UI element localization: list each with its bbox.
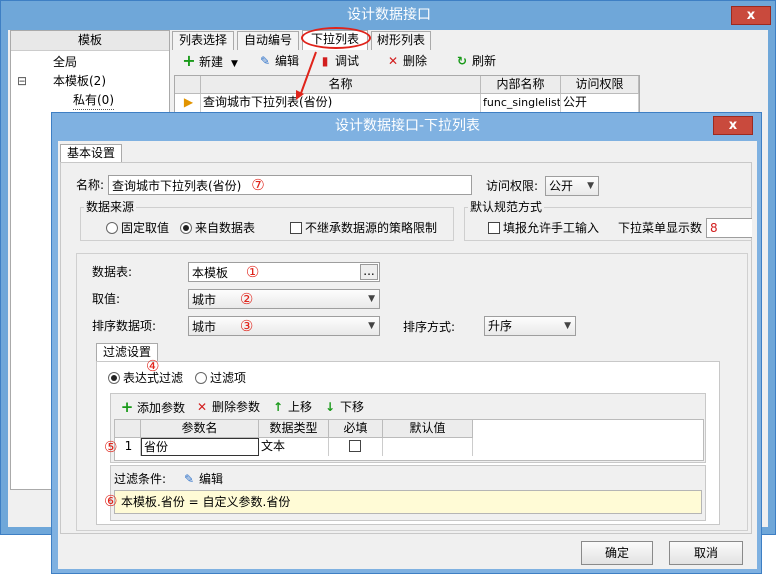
sort-mode-value: 升序 [488, 319, 513, 333]
params-cell-name[interactable]: 省份 [141, 438, 259, 456]
arrow-down-icon: ↓ [324, 400, 336, 414]
table-input[interactable]: 本模板 ① [188, 262, 380, 282]
params-col-type[interactable]: 数据类型 [259, 420, 329, 438]
value-value: 城市 [192, 293, 217, 307]
access-value: 公开 [549, 179, 574, 193]
marker-2: ② [239, 290, 254, 308]
browse-button[interactable]: ... [360, 264, 378, 280]
add-param-button[interactable]: + 添加参数 [120, 398, 185, 417]
params-col-default[interactable]: 默认值 [383, 420, 473, 438]
data-source-title: 数据来源 [84, 198, 137, 216]
delete-param-button[interactable]: ✕ 删除参数 [195, 398, 260, 416]
name-input[interactable]: 查询城市下拉列表(省份) ⑦ [108, 175, 472, 195]
source-table-label: 来自数据表 [195, 221, 256, 235]
source-fixed-label: 固定取值 [121, 221, 170, 235]
sort-mode-label: 排序方式: [403, 320, 456, 334]
value-label: 取值: [92, 292, 121, 306]
edit-icon: ✎ [183, 472, 195, 486]
radio-icon [106, 222, 118, 234]
access-label: 访问权限: [486, 179, 539, 193]
dialog-body: 基本设置 名称: 查询城市下拉列表(省份) ⑦ 访问权限: 公开 ▼ 数据来源 固… [58, 141, 757, 569]
access-select[interactable]: 公开 ▼ [545, 176, 599, 196]
move-up-label: 上移 [288, 400, 313, 414]
tab-basic-settings[interactable]: 基本设置 [60, 144, 122, 162]
condition-edit-label: 编辑 [199, 472, 224, 486]
checkbox-icon [488, 222, 500, 234]
sort-value: 城市 [192, 320, 217, 334]
name-value: 查询城市下拉列表(省份) [112, 179, 242, 193]
arrow-up-icon: ↑ [272, 400, 284, 414]
marker-5: ⑤ [104, 438, 118, 456]
dropdown-dialog: 设计数据接口-下拉列表 x 基本设置 名称: 查询城市下拉列表(省份) ⑦ 访问… [51, 112, 762, 574]
radio-icon [195, 372, 207, 384]
params-col-name[interactable]: 参数名 [141, 420, 259, 438]
chevron-down-icon: ▼ [368, 321, 375, 331]
marker-6: ⑥ [104, 492, 118, 510]
marker-3: ③ [239, 317, 254, 335]
move-up-button[interactable]: ↑ 上移 [271, 398, 312, 416]
params-col-required[interactable]: 必填 [329, 420, 383, 438]
condition-expression[interactable]: 本模板.省份 = 自定义参数.省份 [114, 490, 702, 514]
condition-label: 过滤条件: [114, 472, 167, 486]
filter-item-label: 过滤项 [210, 371, 247, 385]
filter-expr-radio[interactable]: 表达式过滤 [108, 369, 183, 387]
cancel-button[interactable]: 取消 [669, 541, 743, 565]
sort-mode-select[interactable]: 升序 ▼ [484, 316, 576, 336]
delete-x-icon: ✕ [196, 400, 208, 414]
dropdown-count-input[interactable]: 8 [706, 218, 752, 238]
table-label: 数据表: [92, 265, 133, 279]
name-label: 名称: [76, 178, 105, 192]
checkbox-icon [290, 222, 302, 234]
params-grid: 参数名 数据类型 必填 默认值 1 省份 文本 [114, 419, 704, 461]
params-corner [115, 420, 141, 438]
params-row-index: 1 [115, 438, 141, 456]
marker-1: ① [245, 263, 260, 281]
move-down-button[interactable]: ↓ 下移 [323, 398, 364, 416]
plus-icon: + [120, 398, 134, 416]
source-table-radio[interactable]: 来自数据表 [180, 219, 255, 237]
params-cell-required[interactable] [329, 438, 383, 456]
filter-item-radio[interactable]: 过滤项 [195, 369, 246, 387]
no-inherit-label: 不继承数据源的策略限制 [305, 221, 438, 235]
chevron-down-icon: ▼ [587, 181, 594, 191]
radio-checked-icon [108, 372, 120, 384]
table-value: 本模板 [192, 266, 229, 280]
no-inherit-checkbox[interactable]: 不继承数据源的策略限制 [290, 219, 437, 237]
params-cell-default[interactable] [383, 438, 473, 456]
chevron-down-icon: ▼ [564, 321, 571, 331]
allow-manual-label: 填报允许手工输入 [503, 221, 600, 235]
dialog-close-button[interactable]: x [713, 116, 753, 135]
chevron-down-icon: ▼ [368, 294, 375, 304]
filter-expr-label: 表达式过滤 [123, 371, 184, 385]
move-down-label: 下移 [340, 400, 365, 414]
value-select[interactable]: 城市 ② ▼ [188, 289, 380, 309]
allow-manual-checkbox[interactable]: 填报允许手工输入 [488, 219, 599, 237]
marker-7: ⑦ [251, 176, 265, 194]
dropdown-count-label: 下拉菜单显示数 [618, 221, 703, 235]
source-fixed-radio[interactable]: 固定取值 [106, 219, 169, 237]
sort-select[interactable]: 城市 ③ ▼ [188, 316, 380, 336]
params-cell-type[interactable]: 文本 [259, 438, 329, 456]
delete-param-label: 删除参数 [212, 400, 261, 414]
radio-checked-icon [180, 222, 192, 234]
norm-title: 默认规范方式 [468, 198, 545, 216]
dialog-title: 设计数据接口-下拉列表 [334, 118, 481, 134]
condition-edit-button[interactable]: ✎ 编辑 [182, 470, 223, 488]
ok-button[interactable]: 确定 [581, 541, 653, 565]
add-param-label: 添加参数 [137, 401, 186, 415]
sort-label: 排序数据项: [92, 319, 157, 333]
checkbox-icon [349, 440, 361, 452]
